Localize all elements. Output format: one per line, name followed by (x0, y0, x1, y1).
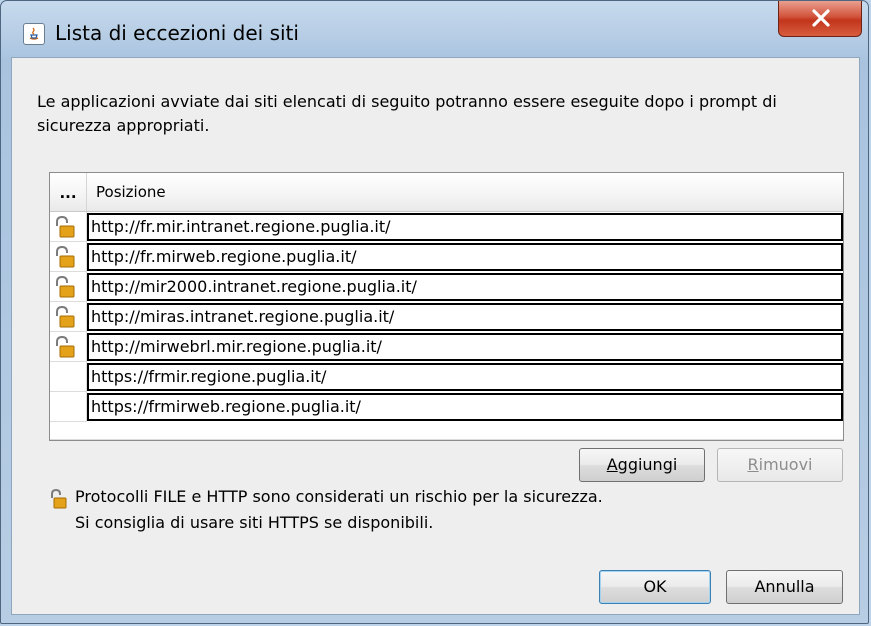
row-icon-cell[interactable] (50, 302, 87, 332)
column-header-icon[interactable]: ... (50, 173, 87, 211)
site-url-cell[interactable]: http://fr.mir.intranet.regione.puglia.it… (87, 213, 843, 241)
table-row[interactable]: http://fr.mir.intranet.regione.puglia.it… (50, 212, 843, 242)
site-url-cell[interactable]: http://miras.intranet.regione.puglia.it/ (87, 303, 843, 331)
site-url-cell[interactable]: http://mir2000.intranet.regione.puglia.i… (87, 273, 843, 301)
close-icon (812, 9, 830, 27)
row-icon-cell[interactable] (50, 362, 87, 392)
site-url-cell[interactable]: http://fr.mirweb.regione.puglia.it/ (87, 243, 843, 271)
site-url-cell[interactable]: https://frmir.regione.puglia.it/ (87, 363, 843, 391)
row-icon-cell[interactable] (50, 272, 87, 302)
table-header: ... Posizione (50, 173, 843, 212)
description-text: Le applicazioni avviate dai siti elencat… (37, 92, 777, 135)
table-row[interactable]: http://miras.intranet.regione.puglia.it/ (50, 302, 843, 332)
table-row[interactable]: https://frmirweb.regione.puglia.it/ (50, 392, 843, 422)
unlocked-padlock-icon (51, 489, 67, 509)
column-header-location[interactable]: Posizione (96, 173, 166, 211)
security-warning-line1: Protocolli FILE e HTTP sono considerati … (75, 487, 603, 506)
row-icon-cell[interactable] (50, 332, 87, 362)
row-icon-cell[interactable] (50, 242, 87, 272)
row-icon-cell[interactable] (50, 392, 87, 422)
java-icon (23, 23, 45, 45)
site-url-cell[interactable]: http://mirwebrl.mir.regione.puglia.it/ (87, 333, 843, 361)
table-row[interactable]: https://frmir.regione.puglia.it/ (50, 362, 843, 392)
dialog-window: Lista di eccezioni dei siti Le applicazi… (0, 0, 869, 624)
close-button[interactable] (778, 1, 862, 37)
dialog-content: Le applicazioni avviate dai siti elencat… (11, 57, 860, 615)
security-warning-line2: Si consiglia di usare siti HTTPS se disp… (75, 513, 434, 532)
ok-button[interactable]: OK (599, 570, 711, 604)
site-url-cell[interactable]: https://frmirweb.regione.puglia.it/ (87, 393, 843, 421)
row-icon-cell[interactable] (50, 212, 87, 242)
table-row[interactable]: http://fr.mirweb.regione.puglia.it/ (50, 242, 843, 272)
table-row[interactable]: http://mir2000.intranet.regione.puglia.i… (50, 272, 843, 302)
title-bar[interactable]: Lista di eccezioni dei siti (1, 1, 868, 57)
remove-button[interactable]: Rimuovi (717, 448, 843, 482)
add-button[interactable]: Aggiungi (579, 448, 705, 482)
exception-site-table[interactable]: ... Posizione http://fr.mir.intranet.reg… (49, 172, 844, 441)
security-warning: Protocolli FILE e HTTP sono considerati … (75, 484, 603, 536)
cancel-button[interactable]: Annulla (726, 570, 843, 604)
table-row[interactable]: http://mirwebrl.mir.regione.puglia.it/ (50, 332, 843, 362)
window-title: Lista di eccezioni dei siti (55, 21, 299, 45)
table-empty-row[interactable] (50, 421, 843, 440)
